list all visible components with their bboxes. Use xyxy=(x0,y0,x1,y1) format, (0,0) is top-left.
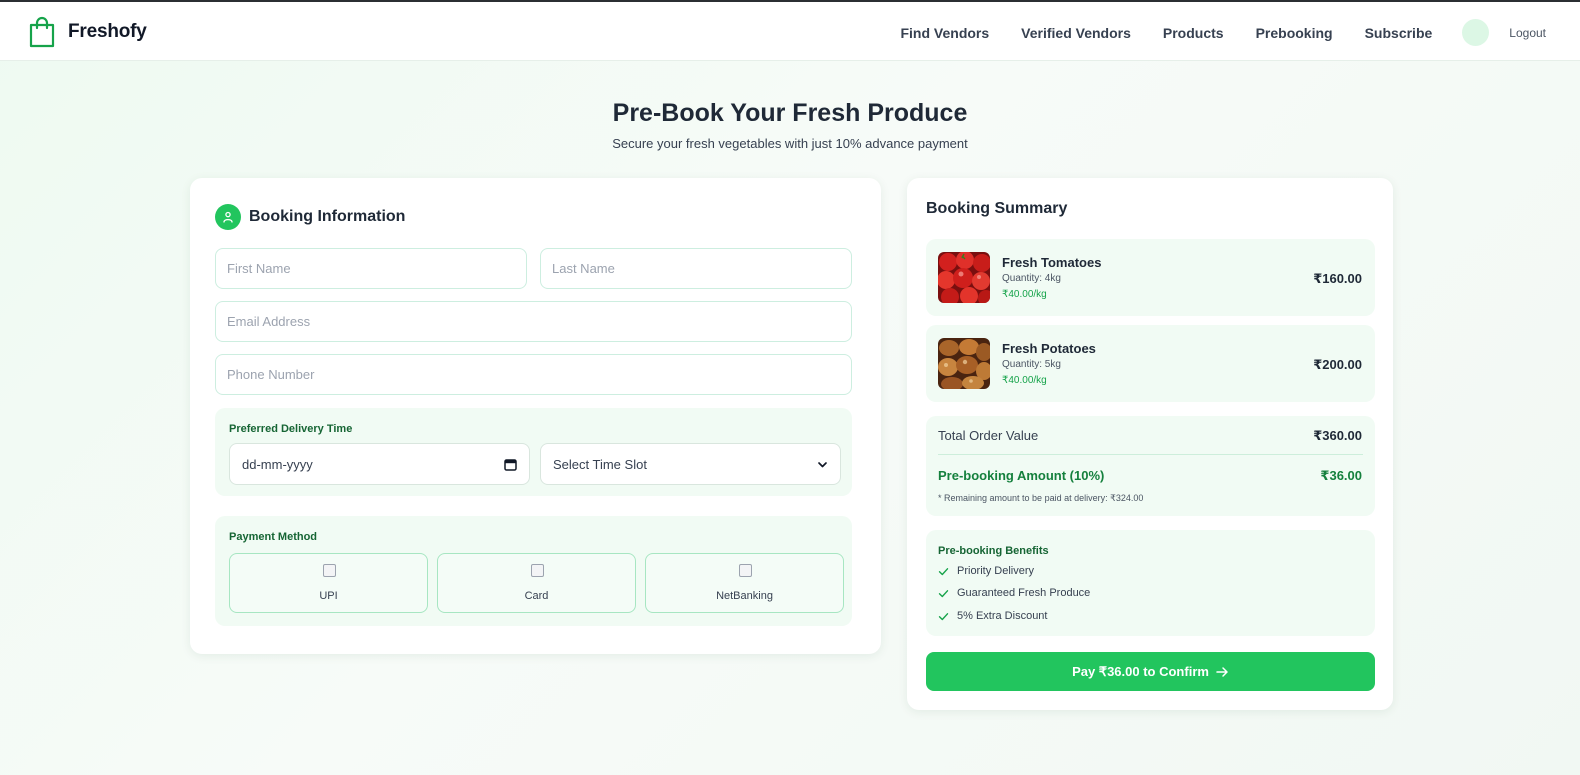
nav-prebooking[interactable]: Prebooking xyxy=(1256,25,1333,41)
last-name-field[interactable] xyxy=(540,248,852,289)
pay-confirm-button[interactable]: Pay ₹36.00 to Confirm xyxy=(926,652,1375,691)
item-quantity: Quantity: 5kg xyxy=(1002,359,1061,370)
page-title: Pre-Book Your Fresh Produce xyxy=(612,99,968,127)
booking-information-card: Booking Information Preferred Delivery T… xyxy=(190,178,881,654)
item-name: Fresh Tomatoes xyxy=(1002,255,1102,270)
prebooking-amount-value: ₹36.00 xyxy=(1320,468,1362,483)
payment-method-label: Payment Method xyxy=(229,531,318,543)
nav-find-vendors[interactable]: Find Vendors xyxy=(900,25,989,41)
brand-name: Freshofy xyxy=(68,21,147,42)
totals-divider xyxy=(938,454,1363,455)
item-price: ₹200.00 xyxy=(1313,357,1362,372)
first-name-field[interactable] xyxy=(215,248,527,289)
logout-link[interactable]: Logout xyxy=(1509,26,1546,40)
item-rate: ₹40.00/kg xyxy=(1002,375,1047,386)
payment-option-upi[interactable]: UPI xyxy=(229,553,428,613)
shopping-bag-icon xyxy=(29,16,55,48)
card-image-icon xyxy=(530,564,544,577)
item-name: Fresh Potatoes xyxy=(1002,341,1096,356)
booking-information-title: Booking Information xyxy=(249,208,406,225)
item-rate: ₹40.00/kg xyxy=(1002,289,1047,300)
delivery-date-input[interactable]: dd-mm-yyyy xyxy=(229,443,530,485)
item-quantity: Quantity: 4kg xyxy=(1002,273,1061,284)
benefit-label: 5% Extra Discount xyxy=(957,610,1048,622)
order-totals: Total Order Value ₹360.00 Pre-booking Am… xyxy=(926,416,1375,516)
potatoes-image xyxy=(938,338,990,389)
payment-option-card[interactable]: Card xyxy=(437,553,636,613)
check-icon xyxy=(938,589,949,597)
benefit-item: Priority Delivery xyxy=(938,565,1034,577)
payment-option-netbanking[interactable]: NetBanking xyxy=(645,553,844,613)
top-navbar: Freshofy Find Vendors Verified Vendors P… xyxy=(0,0,1580,61)
pay-button-label: Pay ₹36.00 to Confirm xyxy=(1072,663,1209,679)
total-order-label: Total Order Value xyxy=(938,428,1039,443)
time-slot-value: Select Time Slot xyxy=(553,456,647,472)
check-icon xyxy=(938,567,949,575)
delivery-time-panel: Preferred Delivery Time dd-mm-yyyy Selec… xyxy=(215,408,852,496)
page-subtitle: Secure your fresh vegetables with just 1… xyxy=(612,136,968,151)
benefit-label: Guaranteed Fresh Produce xyxy=(957,587,1091,599)
netbanking-image-icon xyxy=(738,564,752,577)
brand[interactable]: Freshofy xyxy=(28,16,147,48)
avatar[interactable] xyxy=(1462,19,1490,46)
summary-item-tomatoes: Fresh Tomatoes Quantity: 4kg ₹40.00/kg ₹… xyxy=(926,239,1375,316)
booking-information-header: Booking Information xyxy=(215,204,405,230)
email-field[interactable] xyxy=(215,301,852,342)
chevron-down-icon xyxy=(818,461,827,467)
booking-summary-title: Booking Summary xyxy=(926,200,1068,217)
phone-field[interactable] xyxy=(215,354,852,395)
payment-method-panel: Payment Method UPI Card NetBanking xyxy=(215,516,852,626)
main-nav: Find Vendors Verified Vendors Products P… xyxy=(900,2,1580,63)
total-order-value: ₹360.00 xyxy=(1313,428,1362,443)
arrow-right-icon xyxy=(1216,666,1228,677)
calendar-icon[interactable] xyxy=(504,458,517,471)
prebooking-amount-label: Pre-booking Amount (10%) xyxy=(938,468,1105,483)
delivery-time-label: Preferred Delivery Time xyxy=(229,423,353,435)
date-placeholder: dd-mm-yyyy xyxy=(242,456,313,472)
payment-option-label: Card xyxy=(524,590,549,602)
item-price: ₹160.00 xyxy=(1313,271,1362,286)
benefits-title: Pre-booking Benefits xyxy=(938,545,1049,557)
tomatoes-image xyxy=(938,252,990,303)
nav-verified-vendors[interactable]: Verified Vendors xyxy=(1021,25,1131,41)
nav-products[interactable]: Products xyxy=(1163,25,1224,41)
upi-image-icon xyxy=(322,564,336,577)
nav-subscribe[interactable]: Subscribe xyxy=(1365,25,1433,41)
time-slot-select[interactable]: Select Time Slot xyxy=(540,443,841,485)
benefit-item: 5% Extra Discount xyxy=(938,610,1047,622)
remaining-amount-note: * Remaining amount to be paid at deliver… xyxy=(938,493,1144,503)
booking-summary-card: Booking Summary Fresh Tomatoes Quantity:… xyxy=(907,178,1393,710)
payment-option-label: NetBanking xyxy=(716,590,773,602)
benefit-item: Guaranteed Fresh Produce xyxy=(938,587,1090,599)
payment-option-label: UPI xyxy=(319,590,338,602)
benefit-label: Priority Delivery xyxy=(957,565,1035,577)
prebooking-benefits: Pre-booking Benefits Priority Delivery G… xyxy=(926,530,1375,636)
summary-item-potatoes: Fresh Potatoes Quantity: 5kg ₹40.00/kg ₹… xyxy=(926,325,1375,402)
user-icon xyxy=(215,204,241,230)
check-icon xyxy=(938,612,949,620)
